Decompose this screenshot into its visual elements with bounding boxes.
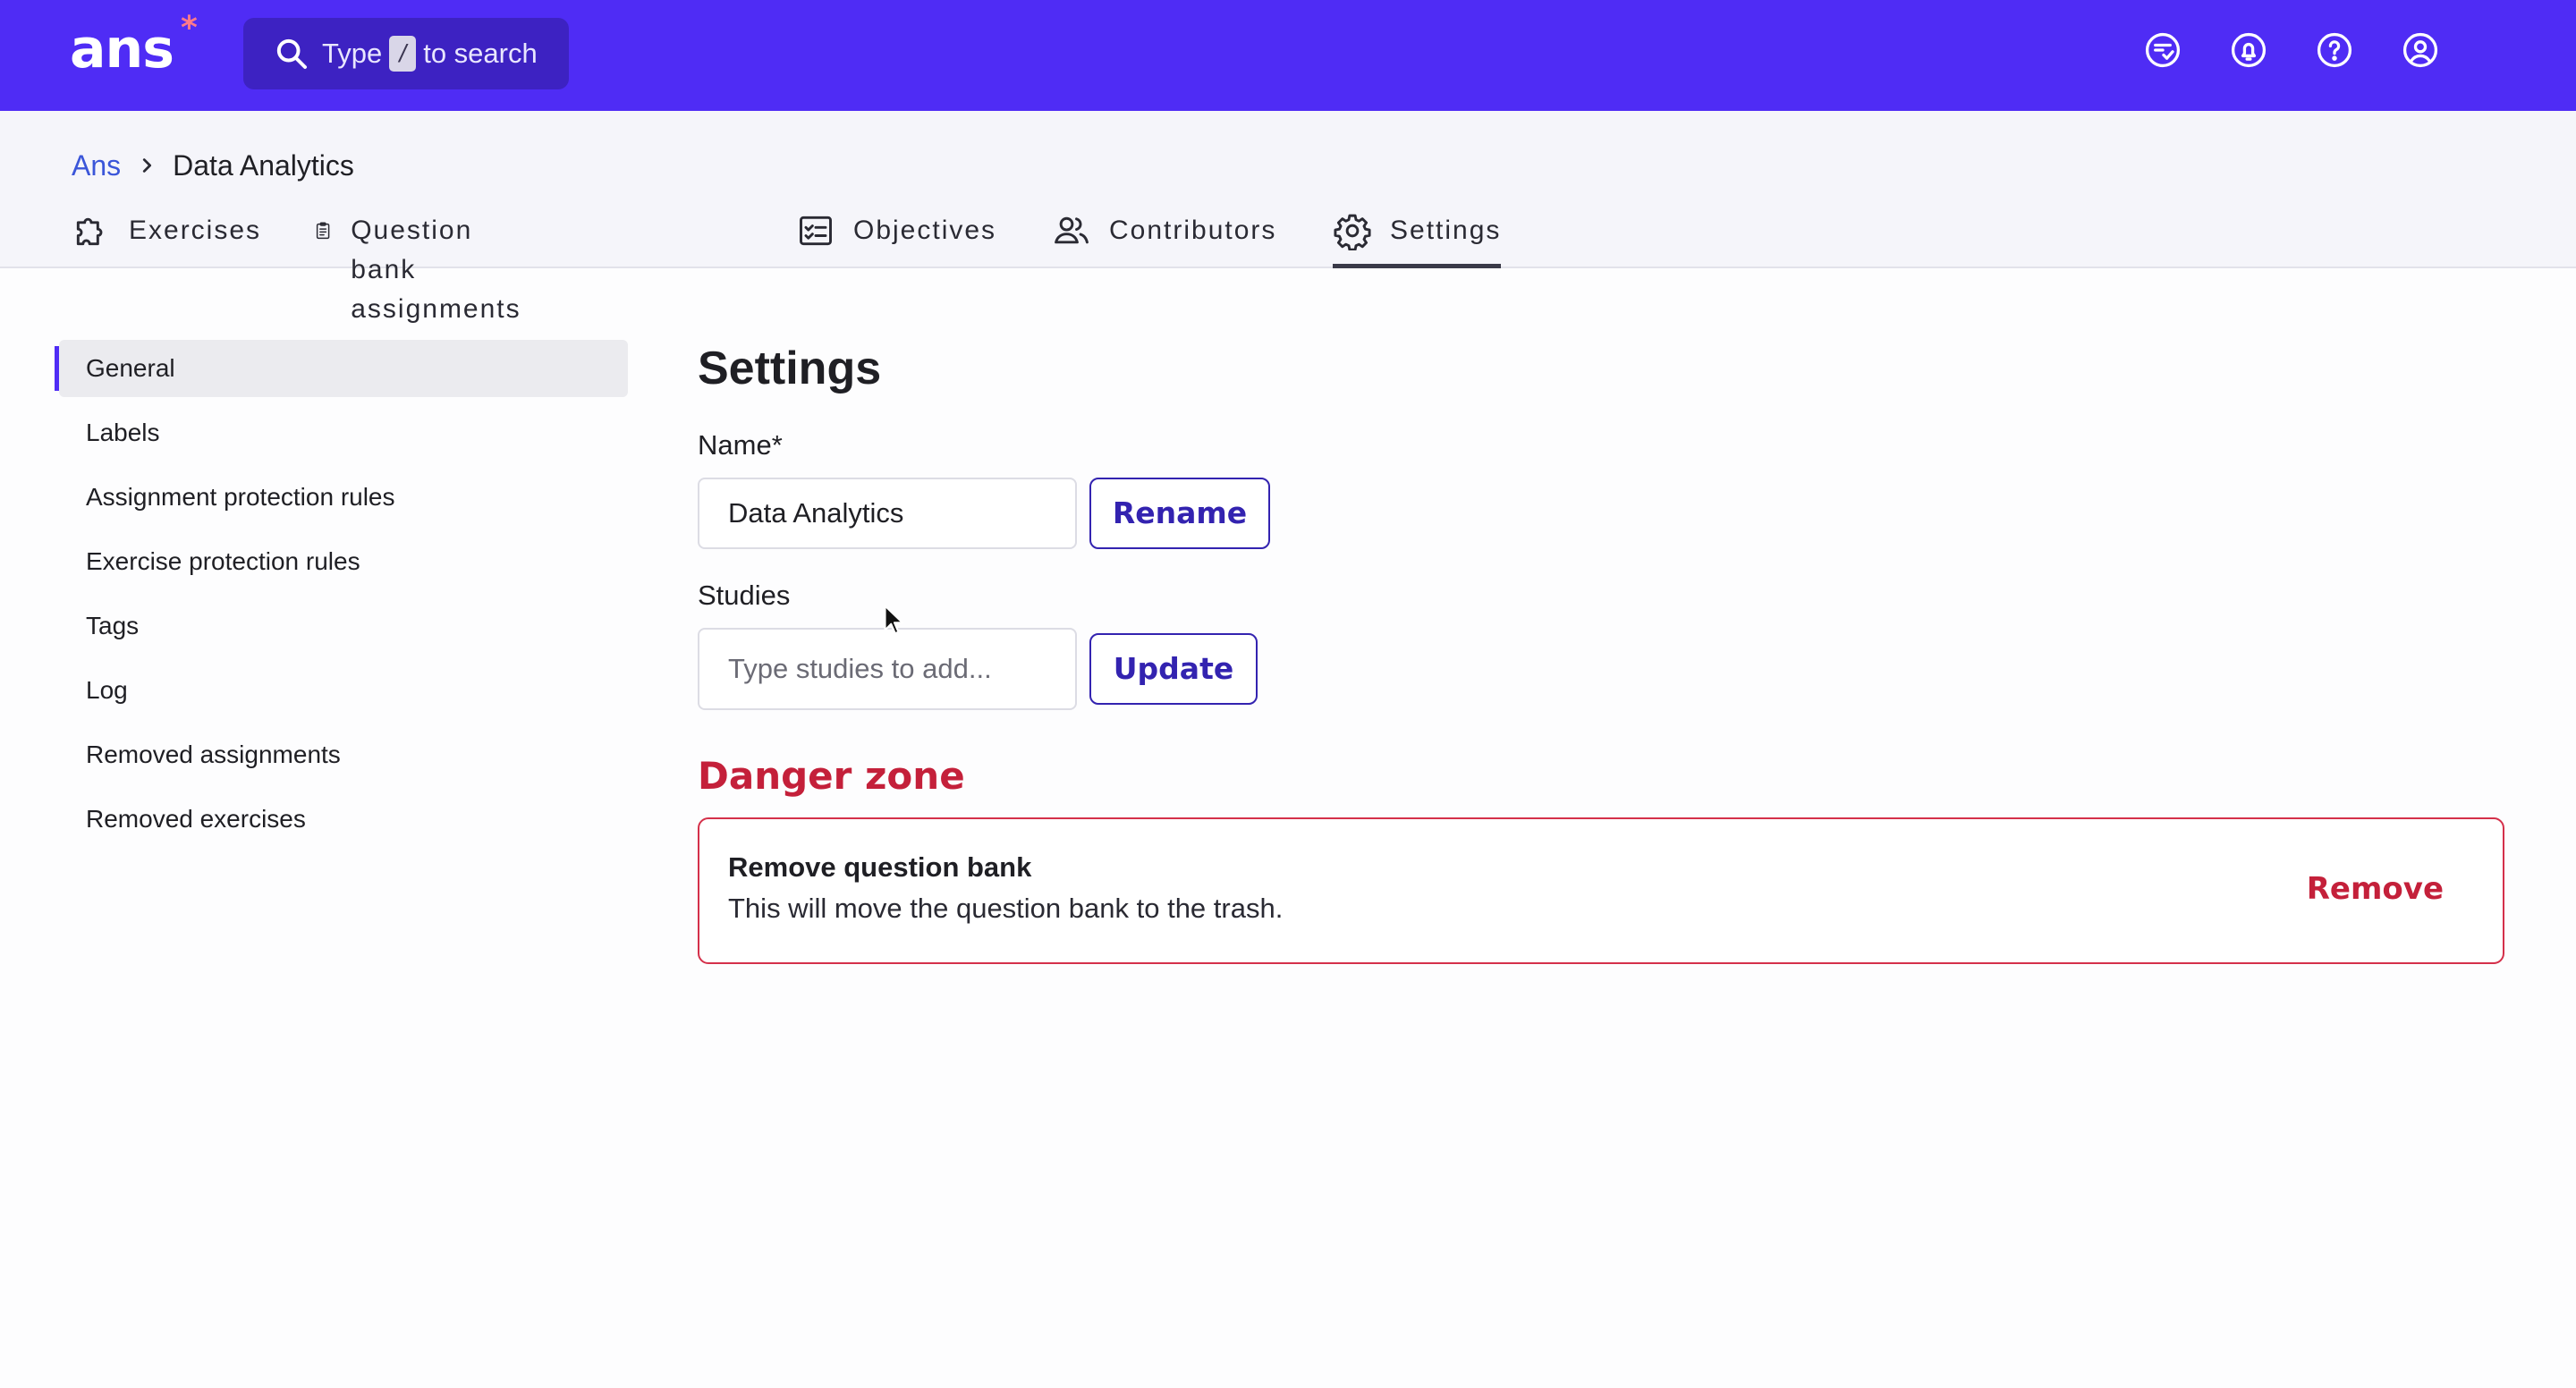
breadcrumb: Ans Data Analytics <box>72 143 354 188</box>
sidebar-item-log[interactable]: Log <box>59 662 628 719</box>
tab-contributors[interactable]: Contributors <box>1052 209 1276 268</box>
sidebar-item-label: Exercise protection rules <box>86 547 360 575</box>
puzzle-icon <box>76 217 103 246</box>
tab-label: Settings <box>1390 216 1502 245</box>
page-title: Settings <box>698 343 882 394</box>
tab-label: Question bank assignments <box>351 216 521 324</box>
logo-text: ans <box>70 18 174 80</box>
account-icon[interactable] <box>2401 30 2440 70</box>
search-icon <box>276 38 307 69</box>
tab-exercises[interactable]: Exercises <box>72 209 261 268</box>
tab-question-bank-assignments[interactable]: Question bank assignments <box>313 209 540 324</box>
search-bar[interactable]: Type / to search <box>243 18 569 89</box>
top-navigation-bar: ans * Type / to search <box>0 0 2576 111</box>
ans-logo[interactable]: ans * <box>70 13 198 81</box>
sidebar-item-label: General <box>86 354 175 382</box>
tab-label: Contributors <box>1109 216 1277 245</box>
search-prefix-text: Type <box>322 38 383 69</box>
mouse-cursor-icon <box>884 605 904 635</box>
danger-zone-title: Danger zone <box>698 754 965 798</box>
search-shortcut-key: / <box>389 36 417 72</box>
help-icon[interactable] <box>2315 30 2354 70</box>
remove-question-bank-description: This will move the question bank to the … <box>728 893 1284 924</box>
sidebar-item-label: Removed exercises <box>86 805 306 833</box>
chevron-right-icon <box>143 158 152 173</box>
rename-button[interactable]: Rename <box>1089 478 1270 549</box>
bell-icon[interactable] <box>2229 30 2268 70</box>
sidebar-item-tags[interactable]: Tags <box>59 597 628 655</box>
chat-check-icon[interactable] <box>2143 30 2182 70</box>
tab-label: Objectives <box>853 216 997 245</box>
remove-button[interactable]: Remove <box>2307 871 2444 907</box>
logo-star: * <box>181 10 198 47</box>
sidebar-item-label: Assignment protection rules <box>86 483 395 511</box>
sidebar-item-label: Labels <box>86 419 160 446</box>
sidebar-item-labels[interactable]: Labels <box>59 404 628 461</box>
danger-zone-box: Remove question bank This will move the … <box>698 817 2504 964</box>
checklist-icon <box>800 216 832 246</box>
sidebar-item-removed-exercises[interactable]: Removed exercises <box>59 791 628 848</box>
users-icon <box>1055 216 1089 244</box>
name-input[interactable] <box>698 478 1077 549</box>
sidebar-item-assignment-protection-rules[interactable]: Assignment protection rules <box>59 469 628 526</box>
sidebar-item-label: Log <box>86 676 128 704</box>
update-button[interactable]: Update <box>1089 633 1258 705</box>
sidebar-item-general[interactable]: General <box>59 340 628 397</box>
tab-settings[interactable]: Settings <box>1333 209 1502 268</box>
sidebar-item-label: Tags <box>86 612 140 639</box>
gear-icon <box>1334 214 1371 250</box>
studies-input[interactable] <box>698 628 1077 710</box>
sidebar-item-label: Removed assignments <box>86 741 341 768</box>
name-label: Name* <box>698 429 783 461</box>
page-header: Ans Data Analytics Exercises Question ba… <box>0 111 2576 324</box>
search-suffix-text: to search <box>423 38 538 69</box>
studies-label: Studies <box>698 580 791 611</box>
tab-objectives[interactable]: Objectives <box>796 209 996 268</box>
sidebar-item-removed-assignments[interactable]: Removed assignments <box>59 726 628 783</box>
breadcrumb-link-ans[interactable]: Ans <box>72 149 121 182</box>
tab-label: Exercises <box>129 216 262 245</box>
clipboard-icon <box>316 222 330 240</box>
sidebar-item-exercise-protection-rules[interactable]: Exercise protection rules <box>59 533 628 590</box>
breadcrumb-current: Data Analytics <box>173 148 354 182</box>
remove-question-bank-heading: Remove question bank <box>728 851 1032 883</box>
